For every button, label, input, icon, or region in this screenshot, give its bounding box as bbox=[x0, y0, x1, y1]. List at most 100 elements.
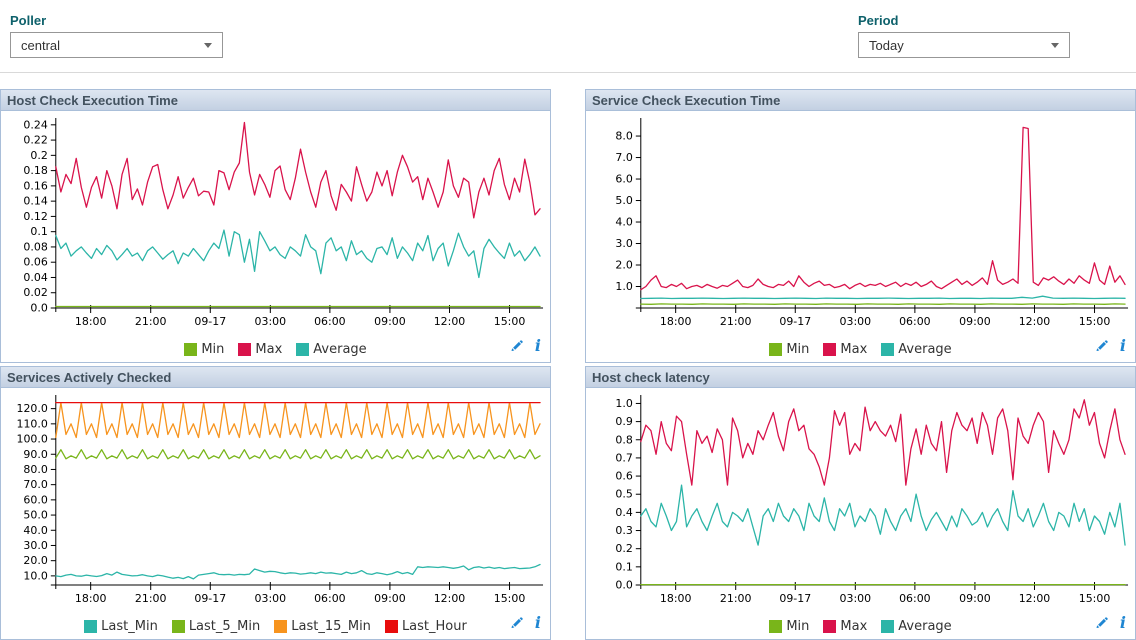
legend-item-min: Min bbox=[184, 342, 224, 357]
svg-text:0.5: 0.5 bbox=[615, 488, 632, 501]
svg-text:8.0: 8.0 bbox=[615, 130, 632, 143]
edit-icon[interactable] bbox=[510, 339, 524, 353]
chart-canvas: 0.00.10.20.30.40.50.60.70.80.91.018:0021… bbox=[586, 388, 1135, 613]
svg-text:06:00: 06:00 bbox=[899, 592, 931, 605]
svg-text:06:00: 06:00 bbox=[899, 315, 931, 328]
svg-text:60.0: 60.0 bbox=[23, 493, 47, 506]
svg-text:5.0: 5.0 bbox=[615, 194, 632, 207]
svg-text:1.0: 1.0 bbox=[615, 280, 632, 293]
panel-title: Host Check Execution Time bbox=[1, 90, 550, 111]
chart-legend: Min Max Average i bbox=[586, 613, 1135, 639]
chart-legend: Last_Min Last_5_Min Last_15_Min Last_Hour i bbox=[1, 613, 550, 639]
legend-item-max: Max bbox=[823, 619, 867, 634]
poller-label: Poller bbox=[10, 13, 46, 28]
svg-text:18:00: 18:00 bbox=[660, 315, 692, 328]
info-icon[interactable]: i bbox=[1120, 616, 1126, 630]
legend-label: Min bbox=[786, 342, 809, 357]
legend-item-average: Average bbox=[296, 342, 366, 357]
svg-text:03:00: 03:00 bbox=[840, 592, 872, 605]
svg-text:0.08: 0.08 bbox=[23, 240, 47, 253]
legend-item-last_15_min: Last_15_Min bbox=[274, 619, 371, 634]
legend-swatch bbox=[84, 620, 97, 633]
svg-text:06:00: 06:00 bbox=[314, 592, 346, 605]
edit-icon[interactable] bbox=[1095, 339, 1109, 353]
info-icon[interactable]: i bbox=[535, 339, 541, 353]
legend-label: Max bbox=[840, 619, 867, 634]
legend-swatch bbox=[274, 620, 287, 633]
svg-text:03:00: 03:00 bbox=[255, 592, 287, 605]
chevron-down-icon bbox=[1051, 43, 1059, 48]
chart-canvas: 10.020.030.040.050.060.070.080.090.0100.… bbox=[1, 388, 550, 613]
svg-text:0.24: 0.24 bbox=[23, 118, 47, 131]
legend-item-max: Max bbox=[823, 342, 867, 357]
svg-text:100.0: 100.0 bbox=[16, 433, 47, 446]
panel-host-check-latency: Host check latency 0.00.10.20.30.40.50.6… bbox=[585, 366, 1136, 640]
svg-text:18:00: 18:00 bbox=[660, 592, 692, 605]
period-label: Period bbox=[858, 13, 898, 28]
svg-text:18:00: 18:00 bbox=[75, 315, 107, 328]
legend-label: Average bbox=[898, 342, 951, 357]
svg-text:0.1: 0.1 bbox=[615, 560, 632, 573]
graph-grid: Host Check Execution Time 0.00.020.040.0… bbox=[0, 89, 1136, 640]
legend-swatch bbox=[296, 343, 309, 356]
legend-label: Min bbox=[201, 342, 224, 357]
legend-item-max: Max bbox=[238, 342, 282, 357]
svg-text:20.0: 20.0 bbox=[23, 554, 47, 567]
svg-text:0.14: 0.14 bbox=[23, 195, 47, 208]
panel-title: Host check latency bbox=[586, 367, 1135, 388]
legend-label: Last_5_Min bbox=[189, 619, 260, 634]
svg-text:0.6: 0.6 bbox=[615, 470, 632, 483]
edit-icon[interactable] bbox=[510, 616, 524, 630]
legend-label: Last_Min bbox=[101, 619, 158, 634]
svg-text:4.0: 4.0 bbox=[615, 216, 632, 229]
svg-text:21:00: 21:00 bbox=[720, 592, 752, 605]
period-select[interactable]: Today bbox=[858, 32, 1070, 58]
panel-host-check-execution-time: Host Check Execution Time 0.00.020.040.0… bbox=[0, 89, 551, 363]
svg-text:10.0: 10.0 bbox=[23, 569, 47, 582]
svg-text:0.06: 0.06 bbox=[23, 256, 47, 269]
legend-swatch bbox=[172, 620, 185, 633]
svg-text:03:00: 03:00 bbox=[840, 315, 872, 328]
legend-label: Max bbox=[840, 342, 867, 357]
chevron-down-icon bbox=[204, 43, 212, 48]
info-icon[interactable]: i bbox=[1120, 339, 1126, 353]
edit-icon[interactable] bbox=[1095, 616, 1109, 630]
legend-swatch bbox=[238, 343, 251, 356]
chart-canvas: 1.02.03.04.05.06.07.08.018:0021:0009-170… bbox=[586, 111, 1135, 336]
legend-item-average: Average bbox=[881, 619, 951, 634]
svg-text:12:00: 12:00 bbox=[1019, 315, 1051, 328]
svg-text:09-17: 09-17 bbox=[194, 315, 226, 328]
svg-text:15:00: 15:00 bbox=[1079, 592, 1111, 605]
chart-legend: Min Max Average i bbox=[1, 336, 550, 362]
poller-select[interactable]: central bbox=[10, 32, 223, 58]
svg-text:0.9: 0.9 bbox=[615, 415, 632, 428]
info-icon[interactable]: i bbox=[535, 616, 541, 630]
svg-text:12:00: 12:00 bbox=[1019, 592, 1051, 605]
legend-label: Min bbox=[786, 619, 809, 634]
legend-label: Average bbox=[313, 342, 366, 357]
svg-text:0.1: 0.1 bbox=[30, 225, 47, 238]
panel-services-actively-checked: Services Actively Checked 10.0 20.0 30.0 40… bbox=[0, 366, 551, 640]
svg-text:0.7: 0.7 bbox=[615, 451, 632, 464]
svg-text:09:00: 09:00 bbox=[959, 315, 991, 328]
svg-text:09-17: 09-17 bbox=[779, 592, 811, 605]
legend-label: Last_15_Min bbox=[291, 619, 371, 634]
svg-text:80.0: 80.0 bbox=[23, 463, 47, 476]
legend-item-average: Average bbox=[881, 342, 951, 357]
legend-label: Average bbox=[898, 619, 951, 634]
panel-title: Services Actively Checked bbox=[1, 367, 550, 388]
legend-label: Last_Hour bbox=[402, 619, 467, 634]
svg-text:40.0: 40.0 bbox=[23, 524, 47, 537]
svg-text:3.0: 3.0 bbox=[615, 237, 632, 250]
svg-text:0.0: 0.0 bbox=[30, 301, 47, 314]
panel-title: Service Check Execution Time bbox=[586, 90, 1135, 111]
svg-text:90.0: 90.0 bbox=[23, 448, 47, 461]
svg-text:0.2: 0.2 bbox=[615, 542, 632, 555]
svg-text:1.0: 1.0 bbox=[615, 397, 632, 410]
svg-text:12:00: 12:00 bbox=[434, 592, 466, 605]
svg-text:15:00: 15:00 bbox=[494, 592, 526, 605]
svg-text:15:00: 15:00 bbox=[1079, 315, 1111, 328]
svg-text:30.0: 30.0 bbox=[23, 539, 47, 552]
legend-swatch bbox=[385, 620, 398, 633]
legend-item-last_min: Last_Min bbox=[84, 619, 158, 634]
